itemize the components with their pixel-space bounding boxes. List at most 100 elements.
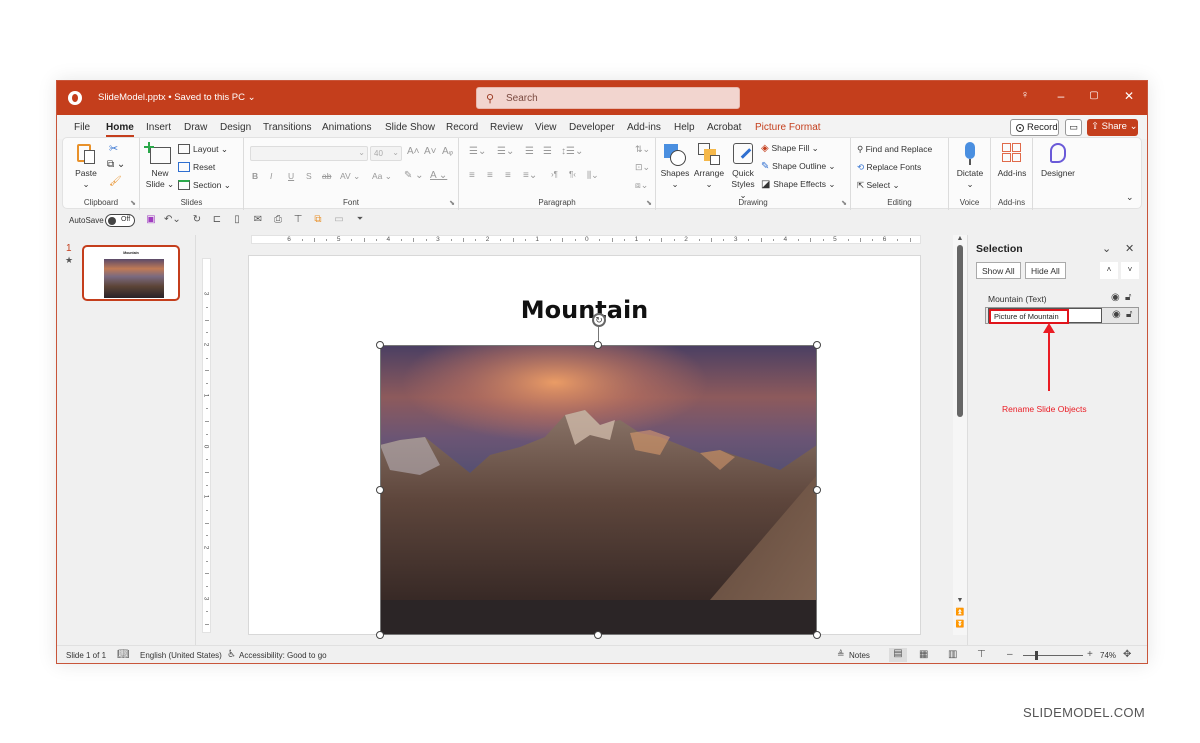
select-button[interactable]: ⇱ Select ⌄	[857, 180, 900, 191]
numbering-icon[interactable]: ☰⌄	[497, 146, 514, 157]
tab-slide-show[interactable]: Slide Show	[385, 122, 435, 133]
save-icon[interactable]: ▣	[144, 214, 158, 225]
resize-handle-bottom-left[interactable]	[376, 631, 384, 639]
strikethrough-icon[interactable]: ab	[322, 171, 331, 181]
quick-styles-button[interactable]: Quick Styles ⌄	[727, 142, 759, 201]
show-all-button[interactable]: Show All	[976, 262, 1021, 279]
underline-button[interactable]: U	[288, 171, 294, 181]
smartart-icon[interactable]: ⧈⌄	[635, 180, 648, 191]
maximize-button[interactable]: ▢	[1084, 90, 1104, 101]
format-painter-icon[interactable]: 🖌	[109, 176, 122, 187]
tab-picture-format[interactable]: Picture Format	[755, 122, 821, 133]
notes-button[interactable]: Notes	[849, 651, 870, 660]
layout-button[interactable]: Layout ⌄	[178, 143, 228, 155]
autosave-toggle[interactable]: Off	[105, 214, 135, 227]
grow-font-button[interactable]: A˄	[407, 146, 420, 157]
slide-title[interactable]: Mountain	[249, 296, 920, 324]
ltr-icon[interactable]: ›¶	[551, 170, 558, 179]
customize-toolbar-icon[interactable]: ⏷	[353, 214, 367, 224]
eye-icon[interactable]: ◉	[1112, 309, 1121, 320]
tab-file[interactable]: File	[74, 122, 90, 133]
dialog-launcher-icon[interactable]: ⬊	[646, 199, 652, 207]
reading-view-icon[interactable]: ▥	[948, 649, 957, 660]
tab-insert[interactable]: Insert	[146, 122, 171, 133]
hide-all-button[interactable]: Hide All	[1025, 262, 1066, 279]
undo-icon[interactable]: ↶⌄	[164, 214, 181, 225]
char-spacing-button[interactable]: AV ⌄	[340, 171, 360, 182]
reset-button[interactable]: Reset	[178, 161, 215, 173]
increase-indent-icon[interactable]: ☰	[543, 146, 552, 157]
arrange-button[interactable]: Arrange ⌄	[692, 142, 726, 190]
align-left-icon[interactable]: ≡	[469, 170, 475, 181]
object-row-selected[interactable]: Picture of Mountain ◉ 🔓︎	[985, 307, 1139, 324]
object-row[interactable]: Mountain (Text) ◉ 🔓︎	[987, 292, 1137, 307]
shapes-button[interactable]: Shapes ⌄	[659, 142, 691, 190]
section-button[interactable]: Section ⌄	[178, 179, 231, 191]
new-slide-button[interactable]: New Slide ⌄	[144, 142, 176, 190]
cut-icon[interactable]: ✂	[109, 142, 118, 155]
record-button[interactable]: Record	[1010, 119, 1059, 136]
mountain-picture[interactable]	[380, 345, 817, 635]
fit-to-window-icon[interactable]: ✥	[1123, 649, 1131, 660]
find-replace-button[interactable]: ⚲ Find and Replace	[857, 144, 932, 155]
scrollbar-thumb[interactable]	[957, 245, 963, 417]
pane-options-icon[interactable]: ⌄	[1102, 242, 1111, 255]
line-spacing-icon[interactable]: ↕☰⌄	[561, 146, 583, 157]
designer-button[interactable]: Designer	[1037, 142, 1079, 179]
comments-button[interactable]: ▭	[1065, 119, 1082, 136]
rename-input[interactable]: Picture of Mountain	[988, 308, 1102, 324]
share-button[interactable]: ⇪ Share ⌄	[1087, 119, 1138, 136]
dialog-launcher-icon[interactable]: ⬊	[449, 199, 455, 207]
zoom-in-icon[interactable]: +	[1087, 649, 1093, 660]
resize-handle-right[interactable]	[813, 486, 821, 494]
scroll-up-icon[interactable]: ▲	[954, 235, 966, 242]
tab-view[interactable]: View	[535, 122, 557, 133]
font-name-combo[interactable]: ⌄	[250, 146, 368, 161]
tab-developer[interactable]: Developer	[569, 122, 615, 133]
next-slide-icon[interactable]: ⏬	[954, 620, 966, 628]
tab-transitions[interactable]: Transitions	[263, 122, 312, 133]
decrease-indent-icon[interactable]: ☰	[525, 146, 534, 157]
paste-button[interactable]: Paste ⌄	[71, 142, 101, 190]
resize-handle-top-right[interactable]	[813, 341, 821, 349]
horizontal-ruler[interactable]: 6 5 4 3 2 1 0 1 2 3 4 5 6	[251, 235, 921, 244]
pane-close-icon[interactable]: ✕	[1125, 242, 1134, 255]
zoom-slider-thumb[interactable]	[1035, 651, 1038, 660]
replace-fonts-button[interactable]: ⟲ Replace Fonts	[857, 162, 921, 173]
italic-button[interactable]: I	[270, 171, 272, 181]
send-backward-icon[interactable]: ˅	[1121, 262, 1139, 279]
bold-button[interactable]: B	[252, 171, 258, 181]
tab-acrobat[interactable]: Acrobat	[707, 122, 741, 133]
columns-icon[interactable]: ⫼⌄	[587, 170, 599, 181]
normal-view-icon[interactable]: ▤	[889, 648, 907, 662]
dialog-launcher-icon[interactable]: ⬊	[841, 199, 847, 207]
align-center-icon[interactable]: ≡	[487, 170, 493, 181]
resize-handle-bottom[interactable]	[594, 631, 602, 639]
font-size-combo[interactable]: 40 ⌄	[370, 146, 402, 161]
notes-icon[interactable]: ≜	[837, 649, 845, 660]
comment-icon[interactable]: ▭	[332, 214, 346, 225]
tab-home[interactable]: Home	[106, 122, 134, 137]
rotate-handle[interactable]: ↻	[592, 313, 606, 327]
vertical-scrollbar[interactable]: ▲ ▼ ⏫ ⏬	[953, 235, 967, 635]
dictate-button[interactable]: Dictate ⌄	[952, 142, 988, 190]
slide-thumbnail[interactable]: Mountain	[82, 245, 180, 301]
bullets-icon[interactable]: ☰⌄	[469, 146, 486, 157]
document-title[interactable]: SlideModel.pptx • Saved to this PC ⌄	[98, 92, 256, 103]
slideshow-icon[interactable]: ⊤	[977, 649, 986, 660]
scroll-down-icon[interactable]: ▼	[954, 597, 966, 604]
language[interactable]: English (United States)	[140, 651, 222, 660]
new-file-icon[interactable]: ▯	[230, 214, 244, 225]
search-box[interactable]: ⚲ Search	[476, 87, 740, 109]
present-icon[interactable]: ⊤	[291, 214, 305, 225]
bring-forward-icon[interactable]: ˄	[1100, 262, 1118, 279]
justify-icon[interactable]: ≡⌄	[523, 170, 537, 181]
lightbulb-icon[interactable]: ♀	[1015, 89, 1035, 101]
tab-animations[interactable]: Animations	[322, 122, 371, 133]
eye-icon[interactable]: ◉	[1111, 292, 1120, 303]
unlock-icon[interactable]: 🔓︎	[1126, 309, 1132, 320]
shrink-font-button[interactable]: A˅	[424, 146, 437, 157]
shape-fill-button[interactable]: ◈ Shape Fill ⌄	[761, 143, 819, 154]
align-text-icon[interactable]: ⊡⌄	[635, 162, 650, 173]
open-icon[interactable]: ⊏	[210, 214, 224, 225]
